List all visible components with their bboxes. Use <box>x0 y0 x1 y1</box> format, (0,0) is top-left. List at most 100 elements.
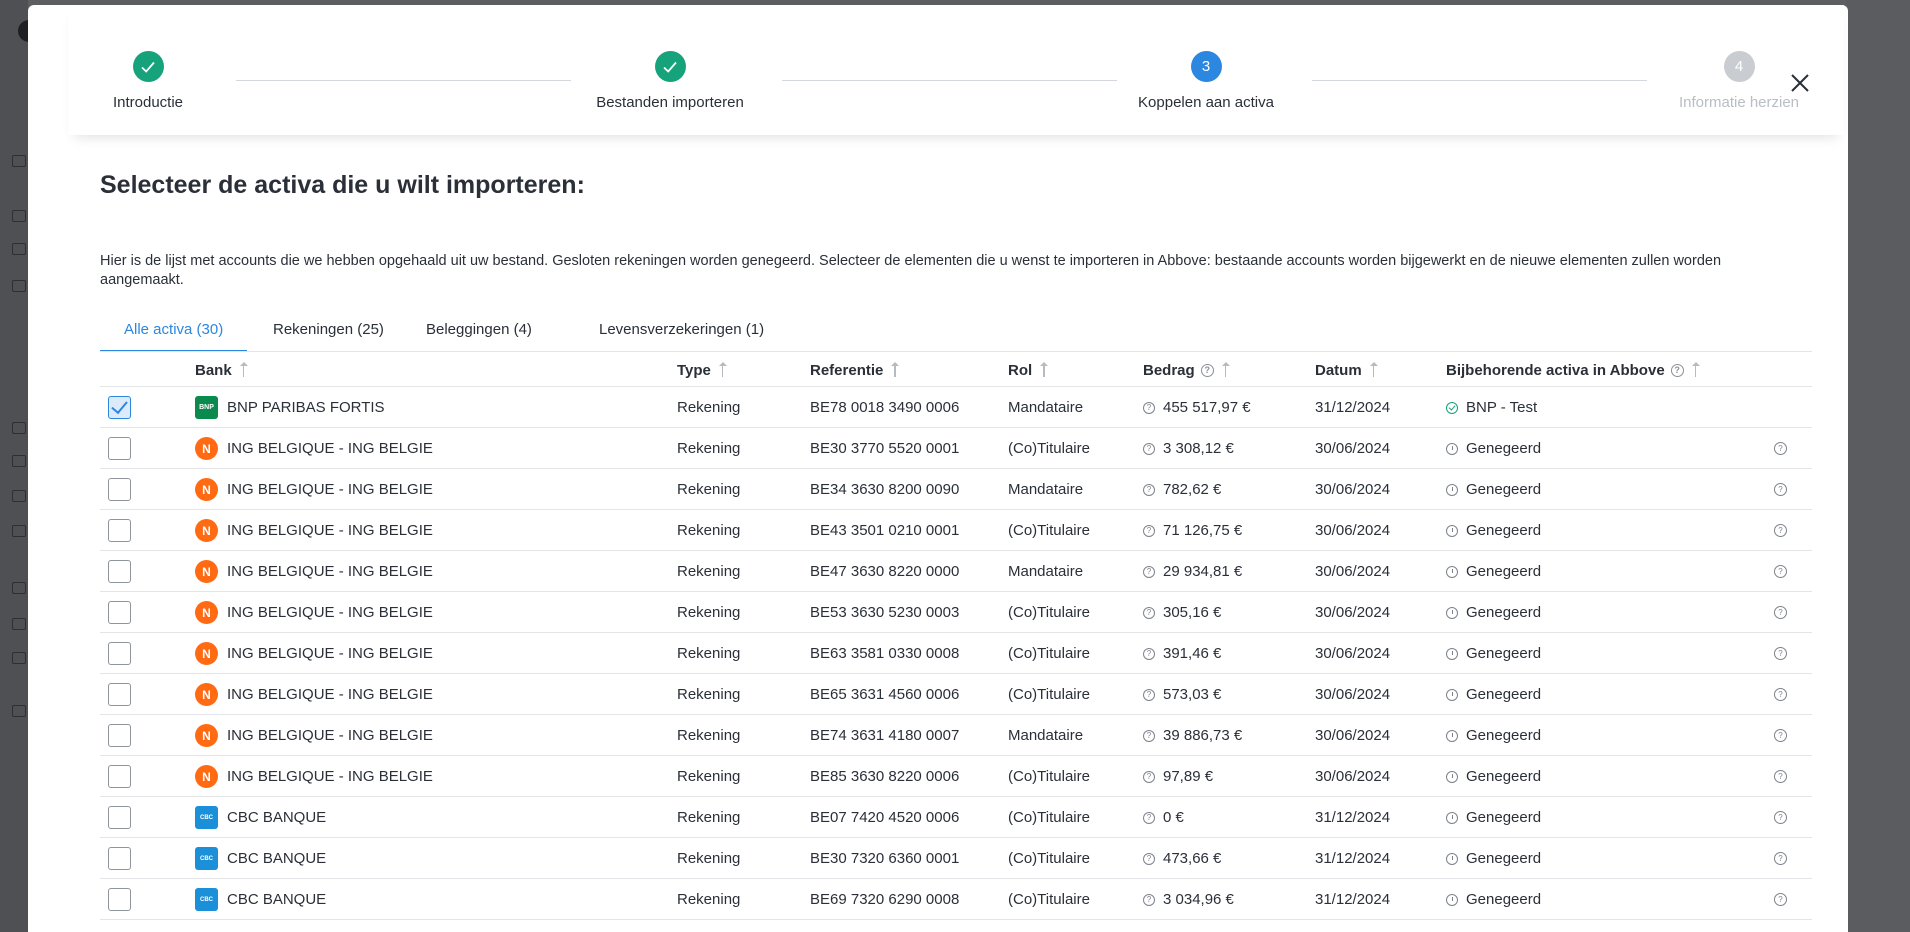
row-checkbox[interactable] <box>108 847 131 870</box>
help-icon[interactable]: ? <box>1200 363 1214 377</box>
asset-type: Rekening <box>677 809 741 826</box>
table-row[interactable]: BNP BNP PARIBAS FORTIS Rekening BE78 0018 3… <box>100 387 1812 428</box>
bank-logo-icon: CBC <box>195 847 218 870</box>
tab-rekeningen[interactable]: Rekeningen (25) <box>249 311 408 352</box>
row-checkbox[interactable] <box>108 437 131 460</box>
row-help-icon[interactable]: ? <box>1774 524 1787 537</box>
row-checkbox[interactable] <box>108 724 131 747</box>
sort-icon <box>1691 362 1700 378</box>
step-introductie[interactable]: Introductie <box>93 51 203 111</box>
table-row[interactable]: CBC CBC BANQUE Rekening BE30 7320 6360 0001… <box>100 838 1812 879</box>
bank-logo-icon: CBC <box>195 806 218 829</box>
row-help-icon[interactable]: ? <box>1774 811 1787 824</box>
linked-asset: Genegeerd <box>1466 563 1542 580</box>
amount-info-icon[interactable]: ? <box>1143 729 1155 742</box>
amount-info-icon[interactable]: ? <box>1143 811 1155 824</box>
table-row[interactable]: CBC CBC BANQUE Rekening BE07 7420 4520 0006… <box>100 797 1812 838</box>
table-row[interactable]: N ING BELGIQUE - ING BELGIE Rekening BE30 3… <box>100 428 1812 469</box>
linked-asset: Genegeerd <box>1466 809 1542 826</box>
row-help-icon[interactable]: ? <box>1774 565 1787 578</box>
row-help-icon[interactable]: ? <box>1774 647 1787 660</box>
column-referentie[interactable]: Referentie <box>810 352 900 388</box>
amount: 29 934,81 € <box>1163 563 1243 580</box>
bank-name: ING BELGIQUE - ING BELGIE <box>227 686 433 703</box>
row-help-icon[interactable]: ? <box>1774 606 1787 619</box>
row-help-icon[interactable]: ? <box>1774 852 1787 865</box>
linked-asset: Genegeerd <box>1466 891 1542 908</box>
row-help-icon[interactable]: ? <box>1774 442 1787 455</box>
amount-info-icon[interactable]: ? <box>1143 852 1155 865</box>
table-row[interactable]: N ING BELGIQUE - ING BELGIE Rekening BE63 3… <box>100 633 1812 674</box>
date: 30/06/2024 <box>1315 686 1391 703</box>
table-row[interactable]: N ING BELGIQUE - ING BELGIE Rekening BE47 3… <box>100 551 1812 592</box>
column-datum[interactable]: Datum <box>1315 352 1378 388</box>
reference: BE07 7420 4520 0006 <box>810 809 960 826</box>
table-row[interactable]: N ING BELGIQUE - ING BELGIE Rekening BE85 3… <box>100 756 1812 797</box>
table-row[interactable]: N ING BELGIQUE - ING BELGIE Rekening BE43 3… <box>100 510 1812 551</box>
row-checkbox[interactable] <box>108 560 131 583</box>
row-help-icon[interactable]: ? <box>1774 483 1787 496</box>
amount-info-icon[interactable]: ? <box>1143 483 1155 496</box>
ignored-clock-icon <box>1446 442 1458 455</box>
column-bijbehorende-activa[interactable]: Bijbehorende activa in Abbove? <box>1446 352 1700 388</box>
column-rol[interactable]: Rol <box>1008 352 1049 388</box>
amount-info-icon[interactable]: ? <box>1143 442 1155 455</box>
ignored-clock-icon <box>1446 647 1458 660</box>
amount-info-icon[interactable]: ? <box>1143 524 1155 537</box>
list-icon <box>12 582 26 594</box>
reference: BE85 3630 8220 0006 <box>810 768 960 785</box>
table-row[interactable]: N ING BELGIQUE - ING BELGIE Rekening BE53 3… <box>100 592 1812 633</box>
page-title: Selecteer de activa die u wilt importere… <box>100 171 585 199</box>
amount-info-icon[interactable]: ? <box>1143 606 1155 619</box>
ignored-clock-icon <box>1446 852 1458 865</box>
row-help-icon[interactable]: ? <box>1774 729 1787 742</box>
row-checkbox[interactable] <box>108 642 131 665</box>
reference: BE53 3630 5230 0003 <box>810 604 960 621</box>
linked-asset[interactable]: BNP - Test <box>1466 399 1537 416</box>
step-bestanden-importeren[interactable]: Bestanden importeren <box>590 51 750 111</box>
amount-info-icon[interactable]: ? <box>1143 647 1155 660</box>
row-checkbox[interactable] <box>108 683 131 706</box>
column-bedrag[interactable]: Bedrag? <box>1143 352 1230 388</box>
date: 30/06/2024 <box>1315 440 1391 457</box>
amount-info-icon[interactable]: ? <box>1143 688 1155 701</box>
role: (Co)Titulaire <box>1008 645 1090 662</box>
role: (Co)Titulaire <box>1008 768 1090 785</box>
step-connector <box>236 80 571 81</box>
amount-info-icon[interactable]: ? <box>1143 401 1155 414</box>
amount-info-icon[interactable]: ? <box>1143 565 1155 578</box>
column-bank[interactable]: Bank <box>195 352 248 388</box>
close-icon[interactable] <box>1786 69 1814 97</box>
step-label: Koppelen aan activa <box>1138 94 1274 111</box>
step-koppelen-aan-activa[interactable]: 3 Koppelen aan activa <box>1131 51 1281 111</box>
table-row[interactable]: N ING BELGIQUE - ING BELGIE Rekening BE34 3… <box>100 469 1812 510</box>
row-checkbox[interactable] <box>108 601 131 624</box>
row-checkbox[interactable] <box>108 806 131 829</box>
row-help-icon[interactable]: ? <box>1774 770 1787 783</box>
column-type[interactable]: Type <box>677 352 727 388</box>
step-connector <box>782 80 1117 81</box>
row-checkbox[interactable] <box>108 396 131 419</box>
row-help-icon[interactable]: ? <box>1774 688 1787 701</box>
row-checkbox[interactable] <box>108 519 131 542</box>
tab-levensverzekeringen[interactable]: Levensverzekeringen (1) <box>575 311 788 352</box>
table-row[interactable]: CBC CBC BANQUE Rekening BE69 7320 6290 0008… <box>100 879 1812 920</box>
help-icon[interactable]: ? <box>1670 363 1684 377</box>
row-checkbox[interactable] <box>108 478 131 501</box>
row-help-icon[interactable]: ? <box>1774 893 1787 906</box>
step-label: Bestanden importeren <box>596 94 744 111</box>
row-checkbox[interactable] <box>108 765 131 788</box>
tab-alle-activa[interactable]: Alle activa (30) <box>100 311 248 352</box>
amount-info-icon[interactable]: ? <box>1143 893 1155 906</box>
linked-asset: Genegeerd <box>1466 522 1542 539</box>
step-connector <box>1312 80 1647 81</box>
reference: BE30 7320 6360 0001 <box>810 850 960 867</box>
amount: 0 € <box>1163 809 1184 826</box>
tab-beleggingen[interactable]: Beleggingen (4) <box>402 311 556 352</box>
tree-icon <box>12 243 26 255</box>
table-row[interactable]: N ING BELGIQUE - ING BELGIE Rekening BE74 3… <box>100 715 1812 756</box>
amount-info-icon[interactable]: ? <box>1143 770 1155 783</box>
row-checkbox[interactable] <box>108 888 131 911</box>
table-row[interactable]: N ING BELGIQUE - ING BELGIE Rekening BE65 3… <box>100 674 1812 715</box>
step-label: Introductie <box>112 94 184 111</box>
